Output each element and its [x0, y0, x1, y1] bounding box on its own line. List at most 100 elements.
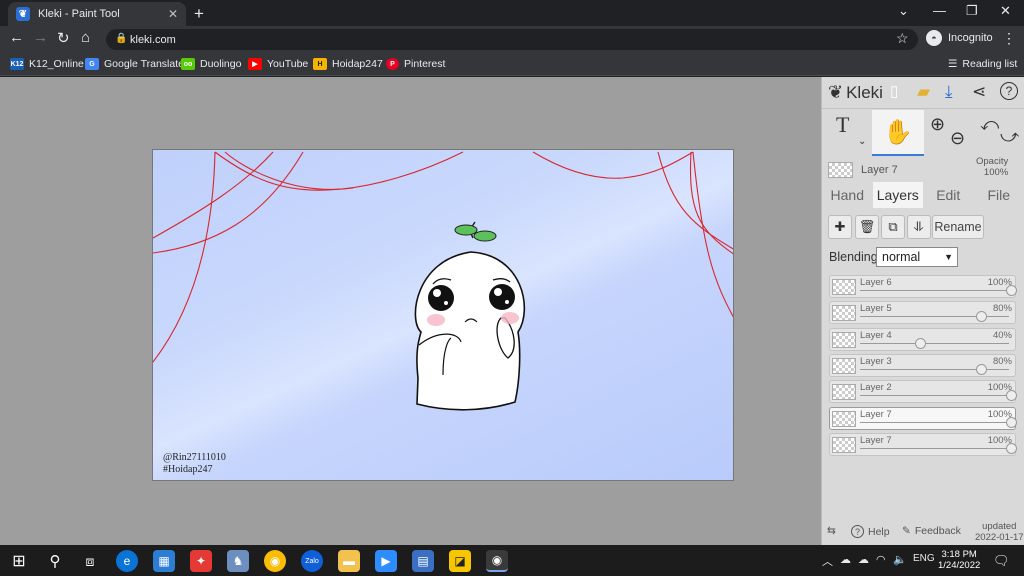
opacity-slider-handle[interactable] [975, 311, 987, 323]
rename-layer-button[interactable]: Rename [932, 215, 984, 239]
opacity-slider-track[interactable] [860, 290, 1009, 291]
bookmark-label: Pinterest [404, 58, 446, 70]
restore-icon[interactable]: ❐ [966, 3, 978, 19]
bookmark-k12[interactable]: K12 K12_Online [10, 56, 84, 72]
blending-select[interactable]: normal ▼ [876, 247, 958, 267]
opacity-slider-track[interactable] [860, 395, 1009, 397]
bookmark-star-icon[interactable]: ☆ [896, 30, 909, 47]
chrome-icon[interactable]: ◉ [264, 550, 286, 572]
close-window-icon[interactable]: ✕ [1000, 3, 1011, 19]
app-icon[interactable]: ▤ [412, 550, 434, 572]
bookmark-pinterest[interactable]: P Pinterest [386, 56, 445, 72]
cloud-icon[interactable]: ☁ [858, 553, 869, 566]
layer-name: Layer 4 [860, 329, 892, 341]
new-tab-button[interactable]: + [194, 4, 204, 24]
home-icon[interactable]: ⌂ [81, 29, 90, 46]
wifi-icon[interactable]: ◠ [876, 553, 886, 566]
tab-edit[interactable]: Edit [923, 182, 974, 208]
tab-search-icon[interactable]: ⌄ [898, 3, 909, 19]
bookmark-youtube[interactable]: ▶ YouTube [248, 56, 308, 72]
reading-list-button[interactable]: ☰ Reading list [948, 56, 1017, 72]
share-icon[interactable]: ⋖ [972, 82, 986, 102]
minimize-icon[interactable]: — [933, 3, 946, 18]
opacity-slider-track[interactable] [860, 421, 1009, 423]
store-icon[interactable]: ▦ [153, 550, 175, 572]
close-tab-icon[interactable]: ✕ [168, 7, 178, 21]
new-image-icon[interactable]: ▯ [890, 82, 898, 100]
clock[interactable]: 3:18 PM 1/24/2022 [938, 549, 980, 571]
drawing-canvas[interactable]: @Rin27111010 #Hoidap247 [152, 149, 734, 481]
bookmark-hoidap247[interactable]: H Hoidap247 [313, 56, 383, 72]
notifications-icon[interactable]: 🗨 [993, 553, 1010, 569]
tray-chevron-icon[interactable]: ︿ [822, 553, 833, 569]
zalo-icon[interactable]: Zalo [301, 550, 323, 572]
forward-icon[interactable]: → [33, 29, 48, 46]
file-explorer-icon[interactable]: ▬ [338, 550, 360, 572]
duplicate-layer-button[interactable]: ⧉ [881, 215, 905, 239]
download-icon[interactable]: ⤓ [945, 82, 953, 102]
red-line [153, 151, 274, 239]
layer-opacity: 80% [992, 355, 1012, 367]
search-icon[interactable]: ⚲ [44, 550, 66, 572]
layer-row[interactable]: Layer 4 40% [829, 327, 1016, 351]
layer-row[interactable]: Layer 6 100% [829, 275, 1017, 298]
opacity-slider-handle[interactable] [975, 363, 987, 375]
edge-icon[interactable]: e [116, 550, 138, 572]
current-layer-name: Layer 7 [861, 164, 898, 176]
layer-row[interactable]: Layer 5 80% [829, 301, 1016, 325]
opacity-slider-handle[interactable] [1006, 416, 1017, 428]
text-tool-icon[interactable]: T [836, 112, 849, 138]
bookmark-duolingo[interactable]: oo Duolingo [181, 56, 241, 72]
task-view-icon[interactable]: ⧈ [79, 550, 101, 572]
chevron-down-icon[interactable]: ⌄ [858, 136, 866, 147]
updated-info[interactable]: updated 2022-01-17 [975, 521, 1024, 543]
updated-date: 2022-01-17 [975, 532, 1024, 543]
merge-layer-button[interactable]: ⥥ [907, 215, 931, 239]
incognito-badge[interactable]: ◓ Incognito [926, 30, 993, 46]
language-indicator[interactable]: ENG [913, 553, 935, 564]
opacity-slider-track[interactable] [860, 342, 1009, 344]
open-folder-icon[interactable]: ▰ [917, 82, 930, 102]
layer-row[interactable]: Layer 7 100% [829, 406, 1017, 430]
browser-tab[interactable]: ❦ Kleki - Paint Tool ✕ [8, 2, 186, 26]
undo-icon[interactable]: ⤺ [980, 114, 999, 135]
opacity-slider-track[interactable] [860, 447, 1009, 449]
swap-panel-button[interactable]: ⇆ [827, 525, 836, 537]
hand-tool-button[interactable]: ✋ [872, 110, 924, 156]
layer-row[interactable]: Layer 7 100% [829, 432, 1017, 456]
onedrive-icon[interactable]: ☁ [840, 553, 851, 566]
delete-layer-button[interactable]: 🗑 [855, 215, 879, 239]
address-bar[interactable]: 🔒 kleki.com [106, 29, 918, 50]
bookmark-google-translate[interactable]: G Google Translate [85, 56, 184, 72]
redo-icon[interactable]: ⤻ [1000, 126, 1019, 147]
layer-row[interactable]: Layer 3 80% [829, 353, 1016, 377]
reload-icon[interactable]: ↻ [57, 29, 70, 47]
windows-start-icon[interactable]: ⊞ [8, 550, 30, 572]
k12-icon: K12 [10, 58, 24, 70]
volume-icon[interactable]: 🔈 [893, 553, 907, 566]
app-icon[interactable]: ♞ [227, 550, 249, 572]
layer-name: Layer 5 [860, 303, 892, 315]
opacity-slider-handle[interactable] [1006, 442, 1017, 454]
chrome-incognito-icon[interactable]: ◉ [486, 550, 508, 572]
feedback-link[interactable]: ✎ Feedback [902, 525, 961, 537]
add-layer-button[interactable]: ✚ [828, 215, 852, 239]
opacity-slider-handle[interactable] [1006, 390, 1017, 402]
sticky-notes-icon[interactable]: ◪ [449, 550, 471, 572]
kleki-logo[interactable]: ❦ Kleki [828, 82, 883, 103]
zoom-out-icon[interactable]: ⊖ [950, 128, 965, 149]
zoom-in-icon[interactable]: ⊕ [930, 114, 945, 135]
tab-hand[interactable]: Hand [822, 182, 873, 208]
help-icon[interactable]: ? [1000, 82, 1018, 100]
app-icon[interactable]: ✦ [190, 550, 212, 572]
opacity-slider-handle[interactable] [1006, 285, 1017, 296]
tab-layers[interactable]: Layers [872, 182, 923, 208]
back-icon[interactable]: ← [9, 29, 24, 46]
zoom-icon[interactable]: ▶ [375, 550, 397, 572]
opacity-slider-handle[interactable] [915, 337, 927, 349]
browser-menu-icon[interactable]: ⋮ [1002, 30, 1016, 47]
tab-file[interactable]: File [974, 182, 1024, 208]
layer-row[interactable]: Layer 2 100% [829, 380, 1017, 404]
help-link[interactable]: ? Help [851, 525, 890, 538]
reading-list-label: Reading list [962, 58, 1018, 70]
